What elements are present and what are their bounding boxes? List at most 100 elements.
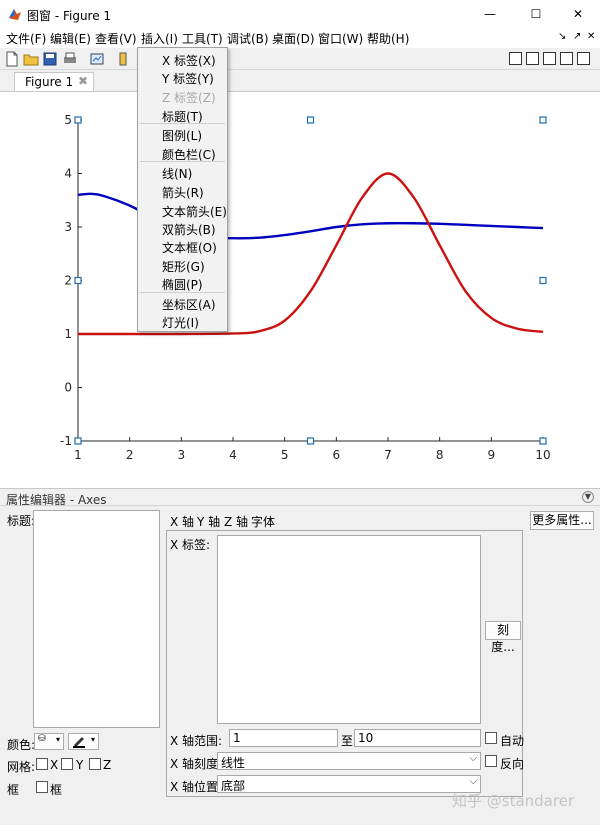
minimize-button[interactable]: — (468, 0, 512, 28)
menu-insert-line[interactable]: 线(N) (162, 165, 192, 182)
resize-handle[interactable] (539, 116, 547, 124)
menu-insert-ylabel[interactable]: Y 标签(Y) (162, 70, 214, 87)
menu-insert-double-arrow[interactable]: 双箭头(B) (162, 221, 216, 238)
color-label: 颜色: (7, 738, 36, 752)
resize-handle[interactable] (74, 437, 82, 445)
resize-handle[interactable] (306, 116, 315, 124)
y-tick-label: 2 (64, 274, 72, 288)
tab-z-axis[interactable]: Z 轴 (224, 513, 248, 530)
tile-layout-icon[interactable] (509, 52, 522, 65)
top-bottom-layout-icon[interactable] (560, 52, 573, 65)
resize-handle[interactable] (539, 276, 547, 285)
grid-y-checkbox[interactable] (61, 758, 73, 770)
auto-checkbox[interactable] (485, 732, 497, 744)
menu-file[interactable]: 文件(F) (6, 30, 46, 47)
menu-insert-arrow[interactable]: 箭头(R) (162, 184, 204, 201)
menu-separator (140, 161, 225, 162)
window-title: 图窗 - Figure 1 (27, 9, 112, 23)
x-tick-label: 4 (229, 448, 237, 462)
tab-figure1[interactable]: Figure 1 ✖ (14, 72, 94, 92)
xlabel-label: X 标签: (170, 538, 211, 552)
xlim-min-input[interactable]: 1 (229, 729, 338, 747)
y-tick-label: -1 (60, 434, 72, 448)
tab-y-axis[interactable]: Y 轴 (197, 513, 220, 530)
resize-handle[interactable] (74, 116, 82, 124)
xrange-to-label: 至 (341, 734, 354, 748)
box-checkbox[interactable] (36, 781, 48, 793)
maximize-button[interactable]: ☐ (514, 0, 558, 28)
column-layout-icon[interactable] (543, 52, 556, 65)
insert-colorbar-icon[interactable] (115, 51, 131, 67)
dropdown-arrow-icon: ▾ (55, 735, 60, 744)
menu-tools[interactable]: 工具(T) (182, 30, 223, 47)
tab-x-axis[interactable]: X 轴 (170, 513, 194, 530)
tab-label: Figure 1 (25, 75, 74, 89)
tab-font[interactable]: 字体 (251, 513, 275, 530)
menu-insert-xlabel[interactable]: X 标签(X) (162, 52, 216, 69)
xlabel-textbox[interactable] (217, 535, 481, 724)
save-icon[interactable] (42, 51, 58, 67)
menu-insert-textbox[interactable]: 文本框(O) (162, 239, 217, 256)
menu-edit[interactable]: 编辑(E) (50, 30, 91, 47)
property-editor-header: 属性编辑器 - Axes ▼ (0, 488, 600, 507)
xrange-label: X 轴范围: (170, 734, 223, 748)
menu-insert-ellipse[interactable]: 椭圆(P) (162, 276, 203, 293)
grid-z-checkbox[interactable] (89, 758, 101, 770)
menu-insert-axes[interactable]: 坐标区(A) (162, 296, 216, 313)
print-icon[interactable] (62, 51, 78, 67)
xloc-value: 底部 (221, 779, 246, 793)
grid-x-checkbox[interactable] (36, 758, 48, 770)
xlim-max-input[interactable]: 10 (354, 729, 481, 747)
tab-strip: Figure 1 ✖ (0, 70, 600, 92)
menu-insert-light[interactable]: 灯光(I) (162, 314, 199, 331)
x-tick-label: 3 (178, 448, 186, 462)
menu-bar: 文件(F) 编辑(E) 查看(V) 插入(I) 工具(T) 调试(B) 桌面(D… (0, 28, 600, 48)
left-right-layout-icon[interactable] (526, 52, 539, 65)
xscale-select[interactable]: 线性 ⌵ (217, 752, 481, 770)
reverse-checkbox[interactable] (485, 755, 497, 767)
x-tick-label: 8 (436, 448, 444, 462)
menu-insert-legend[interactable]: 图例(L) (162, 127, 202, 144)
line-color-button[interactable]: ▾ (68, 733, 99, 750)
dropdown-arrow-icon: ▾ (90, 735, 95, 744)
more-properties-button[interactable]: 更多属性... (530, 511, 594, 530)
menu-insert-text-arrow[interactable]: 文本箭头(E) (162, 203, 227, 220)
x-tick-label: 2 (126, 448, 134, 462)
collapse-icon[interactable]: ▼ (582, 491, 594, 503)
menu-window[interactable]: 窗口(W) (318, 30, 363, 47)
menu-insert-rectangle[interactable]: 矩形(G) (162, 258, 205, 275)
matlab-logo-icon (9, 9, 21, 20)
y-tick-label: 0 (64, 381, 72, 395)
resize-handle[interactable] (74, 276, 82, 285)
resize-handle[interactable] (539, 437, 547, 445)
open-folder-icon[interactable] (23, 51, 39, 67)
resize-handle[interactable] (306, 437, 315, 445)
link-plot-icon[interactable] (89, 51, 105, 67)
maximize-layout-icon[interactable] (577, 52, 590, 65)
axes-plot[interactable]: 1 2 3 4 5 6 7 8 9 10 -1 0 1 2 3 4 5 (0, 91, 600, 488)
menu-insert[interactable]: 插入(I) (141, 30, 178, 47)
dock-icon[interactable]: ↘ (558, 31, 566, 42)
x-tick-label: 1 (74, 448, 82, 462)
ticks-button[interactable]: 刻度... (485, 621, 521, 654)
x-tick-label: 5 (281, 448, 289, 462)
menu-view[interactable]: 查看(V) (95, 30, 137, 47)
menu-insert-zlabel: Z 标签(Z) (162, 91, 216, 105)
menu-desktop[interactable]: 桌面(D) (272, 30, 315, 47)
close-doc-icon[interactable]: ✕ (587, 31, 595, 42)
insert-dropdown-menu: X 标签(X) Y 标签(Y) Z 标签(Z) 标题(T) 图例(L) 颜色栏(… (137, 47, 228, 332)
new-file-icon[interactable] (4, 51, 20, 67)
tab-close-icon[interactable]: ✖ (78, 74, 88, 88)
xloc-select[interactable]: 底部 ⌵ (217, 775, 481, 793)
title-bar: 图窗 - Figure 1 — ☐ ✕ (0, 0, 600, 28)
menu-separator (140, 292, 225, 293)
close-button[interactable]: ✕ (556, 0, 600, 28)
menu-debug[interactable]: 调试(B) (227, 30, 269, 47)
face-color-button[interactable]: ⛁ ▾ (34, 733, 64, 750)
menu-help[interactable]: 帮助(H) (367, 30, 409, 47)
title-textbox[interactable] (33, 510, 160, 728)
property-editor-title: 属性编辑器 - Axes (6, 493, 107, 507)
undock-icon[interactable]: ↗ (573, 31, 581, 42)
watermark: 知乎 @standarer (452, 792, 575, 810)
chevron-down-icon: ⌵ (469, 753, 477, 764)
